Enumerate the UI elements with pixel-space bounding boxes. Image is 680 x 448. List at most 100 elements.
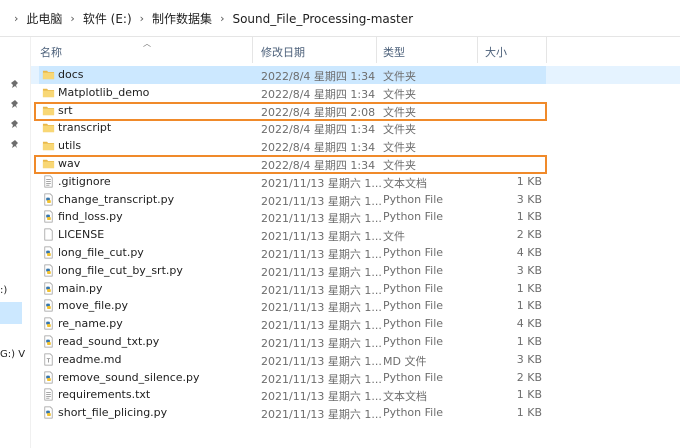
file-modified-date: 2022/8/4 星期四 1:34 [261, 87, 376, 101]
file-size: 1 KB [516, 281, 542, 295]
file-name: utils [58, 139, 82, 153]
file-name: requirements.txt [58, 388, 151, 402]
chevron-right-icon[interactable]: › [14, 12, 18, 25]
file-row[interactable]: move_file.py 2021/11/13 星期六 1... Python Fi… [31, 297, 680, 315]
file-size: 3 KB [516, 352, 542, 366]
folder-icon [42, 121, 55, 134]
breadcrumb[interactable]: › 此电脑 › 软件 (E:) › 制作数据集 › Sound_File_Pro… [14, 10, 415, 27]
python-file-icon [42, 317, 55, 330]
column-header-size[interactable]: 大小 [485, 44, 507, 60]
file-row[interactable]: Matplotlib_demo 2022/8/4 星期四 1:34 文件夹 [31, 84, 680, 102]
folder-icon [42, 104, 55, 117]
file-size: 1 KB [516, 388, 542, 402]
file-modified-date: 2021/11/13 星期六 1... [261, 265, 382, 279]
file-type: 文件夹 [383, 105, 416, 119]
file-row[interactable]: srt 2022/8/4 星期四 2:08 文件夹 [31, 102, 680, 120]
file-row[interactable]: long_file_cut.py 2021/11/13 星期六 1... Pytho… [31, 244, 680, 262]
markdown-file-icon: T [42, 353, 55, 366]
pin-icon [11, 80, 18, 88]
file-modified-date: 2021/11/13 星期六 1... [261, 301, 382, 315]
file-modified-date: 2022/8/4 星期四 1:34 [261, 158, 376, 172]
file-row[interactable]: change_transcript.py 2021/11/13 星期六 1... P… [31, 191, 680, 209]
file-name: LICENSE [58, 228, 105, 242]
chevron-right-icon[interactable]: › [70, 12, 74, 25]
file-row[interactable]: LICENSE 2021/11/13 星期六 1... 文件 2 KB [31, 226, 680, 244]
breadcrumb-item-current-folder[interactable]: Sound_File_Processing-master [230, 12, 415, 26]
file-size: 3 KB [516, 263, 542, 277]
file-name: wav [58, 156, 81, 170]
file-name: move_file.py [58, 299, 128, 313]
file-type: Python File [383, 299, 444, 313]
file-name: Matplotlib_demo [58, 85, 150, 99]
file-name: .gitignore [58, 174, 111, 188]
file-modified-date: 2022/8/4 星期四 2:08 [261, 105, 376, 119]
file-size: 4 KB [516, 317, 542, 331]
file-type: Python File [383, 334, 444, 348]
file-modified-date: 2022/8/4 星期四 1:34 [261, 70, 376, 83]
file-type: 文件夹 [383, 123, 416, 137]
file-row[interactable]: short_file_plicing.py 2021/11/13 星期六 1...… [31, 404, 680, 422]
file-name: remove_sound_silence.py [58, 370, 200, 384]
file-modified-date: 2021/11/13 星期六 1... [261, 319, 382, 333]
file-type: Python File [383, 406, 444, 420]
python-file-icon [42, 210, 55, 223]
pin-icon [11, 100, 18, 108]
python-file-icon [42, 264, 55, 277]
pin-icon [11, 140, 18, 148]
nav-item-drive[interactable]: :) [0, 285, 7, 296]
file-type: 文件夹 [383, 87, 416, 101]
folder-icon [42, 86, 55, 99]
file-name: short_file_plicing.py [58, 406, 168, 420]
file-row[interactable]: .gitignore 2021/11/13 星期六 1... 文本文档 1 KB [31, 173, 680, 191]
address-bar[interactable]: › 此电脑 › 软件 (E:) › 制作数据集 › Sound_File_Pro… [0, 0, 680, 37]
file-row[interactable]: requirements.txt 2021/11/13 星期六 1... 文本文档 1… [31, 386, 680, 404]
breadcrumb-item-dataset[interactable]: 制作数据集 [150, 10, 214, 27]
python-file-icon [42, 282, 55, 295]
column-header-type[interactable]: 类型 [383, 44, 405, 60]
file-row[interactable]: main.py 2021/11/13 星期六 1... Python File 1 K… [31, 280, 680, 298]
pin-icon [11, 120, 18, 128]
file-name: main.py [58, 281, 103, 295]
column-divider[interactable] [252, 37, 253, 63]
file-name: long_file_cut_by_srt.py [58, 263, 183, 277]
file-name: re_name.py [58, 317, 123, 331]
file-row[interactable]: utils 2022/8/4 星期四 1:34 文件夹 [31, 137, 680, 155]
file-row[interactable]: re_name.py 2021/11/13 星期六 1... Python File… [31, 315, 680, 333]
file-type: Python File [383, 281, 444, 295]
file-size: 1 KB [516, 174, 542, 188]
python-file-icon [42, 335, 55, 348]
chevron-right-icon[interactable]: › [220, 12, 224, 25]
column-divider[interactable] [546, 37, 547, 63]
python-file-icon [42, 299, 55, 312]
file-row[interactable]: find_loss.py 2021/11/13 星期六 1... Python Fi… [31, 208, 680, 226]
column-header-date[interactable]: 修改日期 [261, 44, 305, 60]
file-row[interactable]: docs 2022/8/4 星期四 1:34 文件夹 [31, 66, 680, 84]
file-row[interactable]: transcript 2022/8/4 星期四 1:34 文件夹 [31, 119, 680, 137]
file-type: 文件 [383, 230, 405, 244]
nav-item-drive[interactable]: G:) V [0, 349, 25, 360]
nav-item-selected[interactable] [0, 302, 22, 324]
column-header-name[interactable]: 名称 [40, 44, 62, 60]
breadcrumb-item-drive-e[interactable]: 软件 (E:) [81, 10, 134, 27]
file-modified-date: 2022/8/4 星期四 1:34 [261, 123, 376, 137]
file-modified-date: 2021/11/13 星期六 1... [261, 176, 382, 190]
file-row[interactable]: read_sound_txt.py 2021/11/13 星期六 1... Pyth… [31, 333, 680, 351]
chevron-right-icon[interactable]: › [140, 12, 144, 25]
folder-icon [42, 68, 55, 81]
file-row[interactable]: wav 2022/8/4 星期四 1:34 文件夹 [31, 155, 680, 173]
file-size: 3 KB [516, 192, 542, 206]
python-file-icon [42, 406, 55, 419]
file-name: find_loss.py [58, 210, 123, 224]
file-row[interactable]: long_file_cut_by_srt.py 2021/11/13 星期六 1.… [31, 262, 680, 280]
file-modified-date: 2021/11/13 星期六 1... [261, 354, 382, 368]
file-modified-date: 2021/11/13 星期六 1... [261, 408, 382, 422]
column-divider[interactable] [376, 37, 377, 63]
file-modified-date: 2021/11/13 星期六 1... [261, 212, 382, 226]
file-row[interactable]: Treadme.md 2021/11/13 星期六 1... MD 文件 3 KB [31, 351, 680, 369]
file-modified-date: 2021/11/13 星期六 1... [261, 390, 382, 404]
file-name: read_sound_txt.py [58, 334, 160, 348]
breadcrumb-item-this-pc[interactable]: 此电脑 [24, 10, 64, 27]
file-size: 2 KB [516, 228, 542, 242]
file-row[interactable]: remove_sound_silence.py 2021/11/13 星期六 1.… [31, 369, 680, 387]
column-divider[interactable] [477, 37, 478, 63]
